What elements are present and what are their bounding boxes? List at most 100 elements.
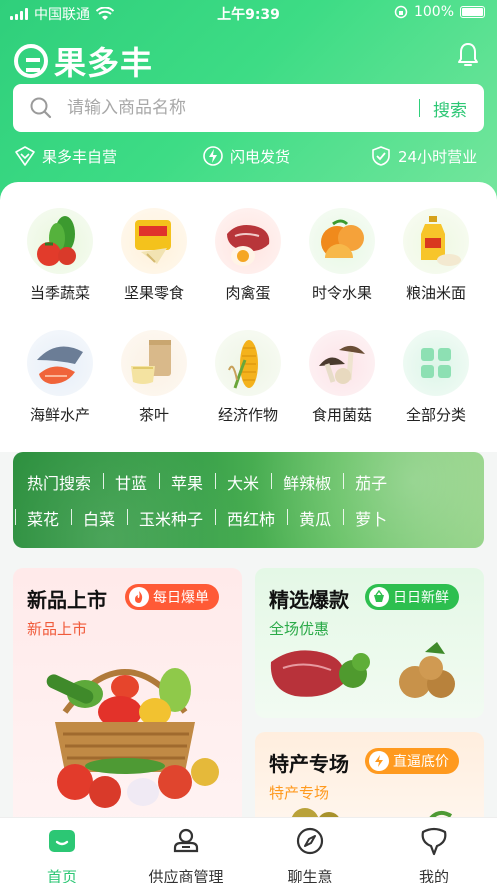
feature-24h: 24小时营业: [370, 145, 477, 167]
category-fruit[interactable]: 时令水果: [297, 208, 387, 303]
category-all[interactable]: 全部分类: [391, 330, 481, 425]
category-vegetables[interactable]: 当季蔬菜: [15, 208, 105, 303]
hot-search-row: 热门搜索 甘蓝 苹果 大米 鲜辣椒 茄子: [27, 470, 399, 494]
promo-specialty[interactable]: 特产专场 直逼底价 特产专场: [255, 732, 484, 828]
logo-mark-icon: [14, 44, 48, 78]
seafood-icon: [27, 330, 93, 396]
promo-tag: 直逼底价: [365, 748, 459, 774]
shield-check-icon: [372, 146, 390, 166]
feature-strip: 果多丰自营 闪电发货 24小时营业: [14, 145, 484, 169]
category-grid: 当季蔬菜 坚果零食 肉禽蛋 时令水果 粮油米面 海鲜水产 茶叶 经济作物 食用菌…: [0, 182, 497, 452]
category-crops[interactable]: 经济作物: [203, 330, 293, 425]
hot-search-tag[interactable]: 甘蓝: [103, 470, 159, 494]
hot-search-tag[interactable]: 萝卜: [343, 506, 399, 530]
mushroom-icon: [309, 330, 375, 396]
feature-label: 果多丰自营: [42, 147, 118, 166]
search-divider: [419, 99, 420, 117]
tab-home[interactable]: 首页: [0, 826, 124, 883]
search-button[interactable]: 搜索: [433, 96, 467, 121]
tab-bar: 首页 供应商管理 聊生意 我的: [0, 817, 497, 883]
promo-subtitle: 特产专场: [269, 784, 330, 802]
crop-icon: [215, 330, 281, 396]
promo-tag-label: 每日爆单: [153, 590, 209, 606]
grain-oil-icon: [403, 208, 469, 274]
promo-title: 精选爆款: [269, 588, 349, 612]
bell-icon[interactable]: [457, 42, 479, 68]
promo-title: 新品上市: [27, 588, 107, 612]
promo-tag-label: 直逼底价: [393, 754, 449, 770]
category-label: 坚果零食: [123, 284, 184, 302]
search-input[interactable]: [67, 96, 397, 120]
hot-search-tag[interactable]: 菜花: [15, 506, 71, 530]
meat-egg-icon: [215, 208, 281, 274]
fire-icon: [129, 587, 149, 607]
meat-walnut-image: [270, 642, 455, 698]
battery-icon: [460, 6, 485, 18]
promo-best-sellers[interactable]: 精选爆款 日日新鲜 全场优惠: [255, 568, 484, 718]
hot-search-tag[interactable]: 黄瓜: [287, 506, 343, 530]
home-icon: [49, 830, 75, 852]
hot-search-title: 热门搜索: [27, 474, 92, 493]
status-bar: 中国联通 上午9:39 100%: [0, 0, 497, 26]
promo-tag-label: 日日新鲜: [393, 590, 449, 606]
lightning-icon: [369, 751, 389, 771]
category-tea[interactable]: 茶叶: [109, 330, 199, 425]
hot-search-tag[interactable]: 白菜: [71, 506, 127, 530]
rotation-lock-icon: [394, 5, 408, 19]
category-grain-oil[interactable]: 粮油米面: [391, 208, 481, 303]
category-label: 海鲜水产: [29, 406, 90, 424]
tab-profile[interactable]: 我的: [372, 826, 496, 883]
promo-title: 特产专场: [269, 752, 349, 776]
category-snacks[interactable]: 坚果零食: [109, 208, 199, 303]
promo-subtitle: 全场优惠: [269, 620, 330, 638]
tab-chat[interactable]: 聊生意: [248, 826, 372, 883]
search-icon: [30, 97, 52, 119]
promo-new-arrivals[interactable]: 新品上市 每日爆单 新品上市: [13, 568, 242, 828]
category-label: 粮油米面: [405, 284, 466, 302]
profile-icon: [421, 827, 447, 856]
category-label: 当季蔬菜: [29, 284, 90, 302]
logo-text: 果多丰: [54, 44, 154, 82]
tab-label: 我的: [418, 868, 449, 883]
app-logo: 果多丰: [14, 38, 153, 84]
tab-label: 供应商管理: [148, 868, 224, 883]
category-seafood[interactable]: 海鲜水产: [15, 330, 105, 425]
battery-label: 100%: [413, 4, 454, 20]
hot-search-tag[interactable]: 玉米种子: [127, 506, 215, 530]
hot-search-tag[interactable]: 鲜辣椒: [271, 470, 343, 494]
feature-label: 24小时营业: [398, 147, 478, 166]
all-categories-icon: [403, 330, 469, 396]
search-bar[interactable]: 搜索: [13, 84, 484, 132]
hot-search-tag[interactable]: 大米: [215, 470, 271, 494]
hot-search-tag[interactable]: 茄子: [343, 470, 399, 494]
category-label: 时令水果: [311, 284, 372, 302]
promo-tag: 日日新鲜: [365, 584, 459, 610]
hot-search-row: 菜花 白菜 玉米种子 西红柿 黄瓜 萝卜: [15, 506, 399, 530]
category-label: 全部分类: [405, 406, 466, 424]
basket-icon: [369, 587, 389, 607]
hot-search-tag[interactable]: 苹果: [159, 470, 215, 494]
tab-label: 聊生意: [287, 868, 333, 883]
fruit-icon: [309, 208, 375, 274]
tab-supplier[interactable]: 供应商管理: [124, 826, 248, 883]
promo-tag: 每日爆单: [125, 584, 219, 610]
hot-search-tag[interactable]: 西红柿: [215, 506, 287, 530]
vegetables-icon: [27, 208, 93, 274]
promo-subtitle: 新品上市: [27, 620, 88, 638]
category-mushroom[interactable]: 食用菌菇: [297, 330, 387, 425]
tab-label: 首页: [46, 868, 77, 883]
category-label: 食用菌菇: [311, 406, 372, 424]
category-label: 肉禽蛋: [225, 284, 271, 302]
supplier-icon: [173, 828, 199, 853]
category-label: 茶叶: [138, 406, 169, 424]
lightning-icon: [203, 146, 223, 166]
feature-self-operated: 果多丰自营: [14, 145, 117, 167]
feature-label: 闪电发货: [230, 147, 291, 166]
feature-fast-shipping: 闪电发货: [202, 145, 290, 167]
category-label: 经济作物: [217, 406, 278, 424]
snacks-icon: [121, 208, 187, 274]
vegetable-basket-image: [46, 668, 219, 808]
compass-icon: [296, 827, 324, 855]
tea-icon: [121, 330, 187, 396]
category-meat-egg[interactable]: 肉禽蛋: [203, 208, 293, 303]
